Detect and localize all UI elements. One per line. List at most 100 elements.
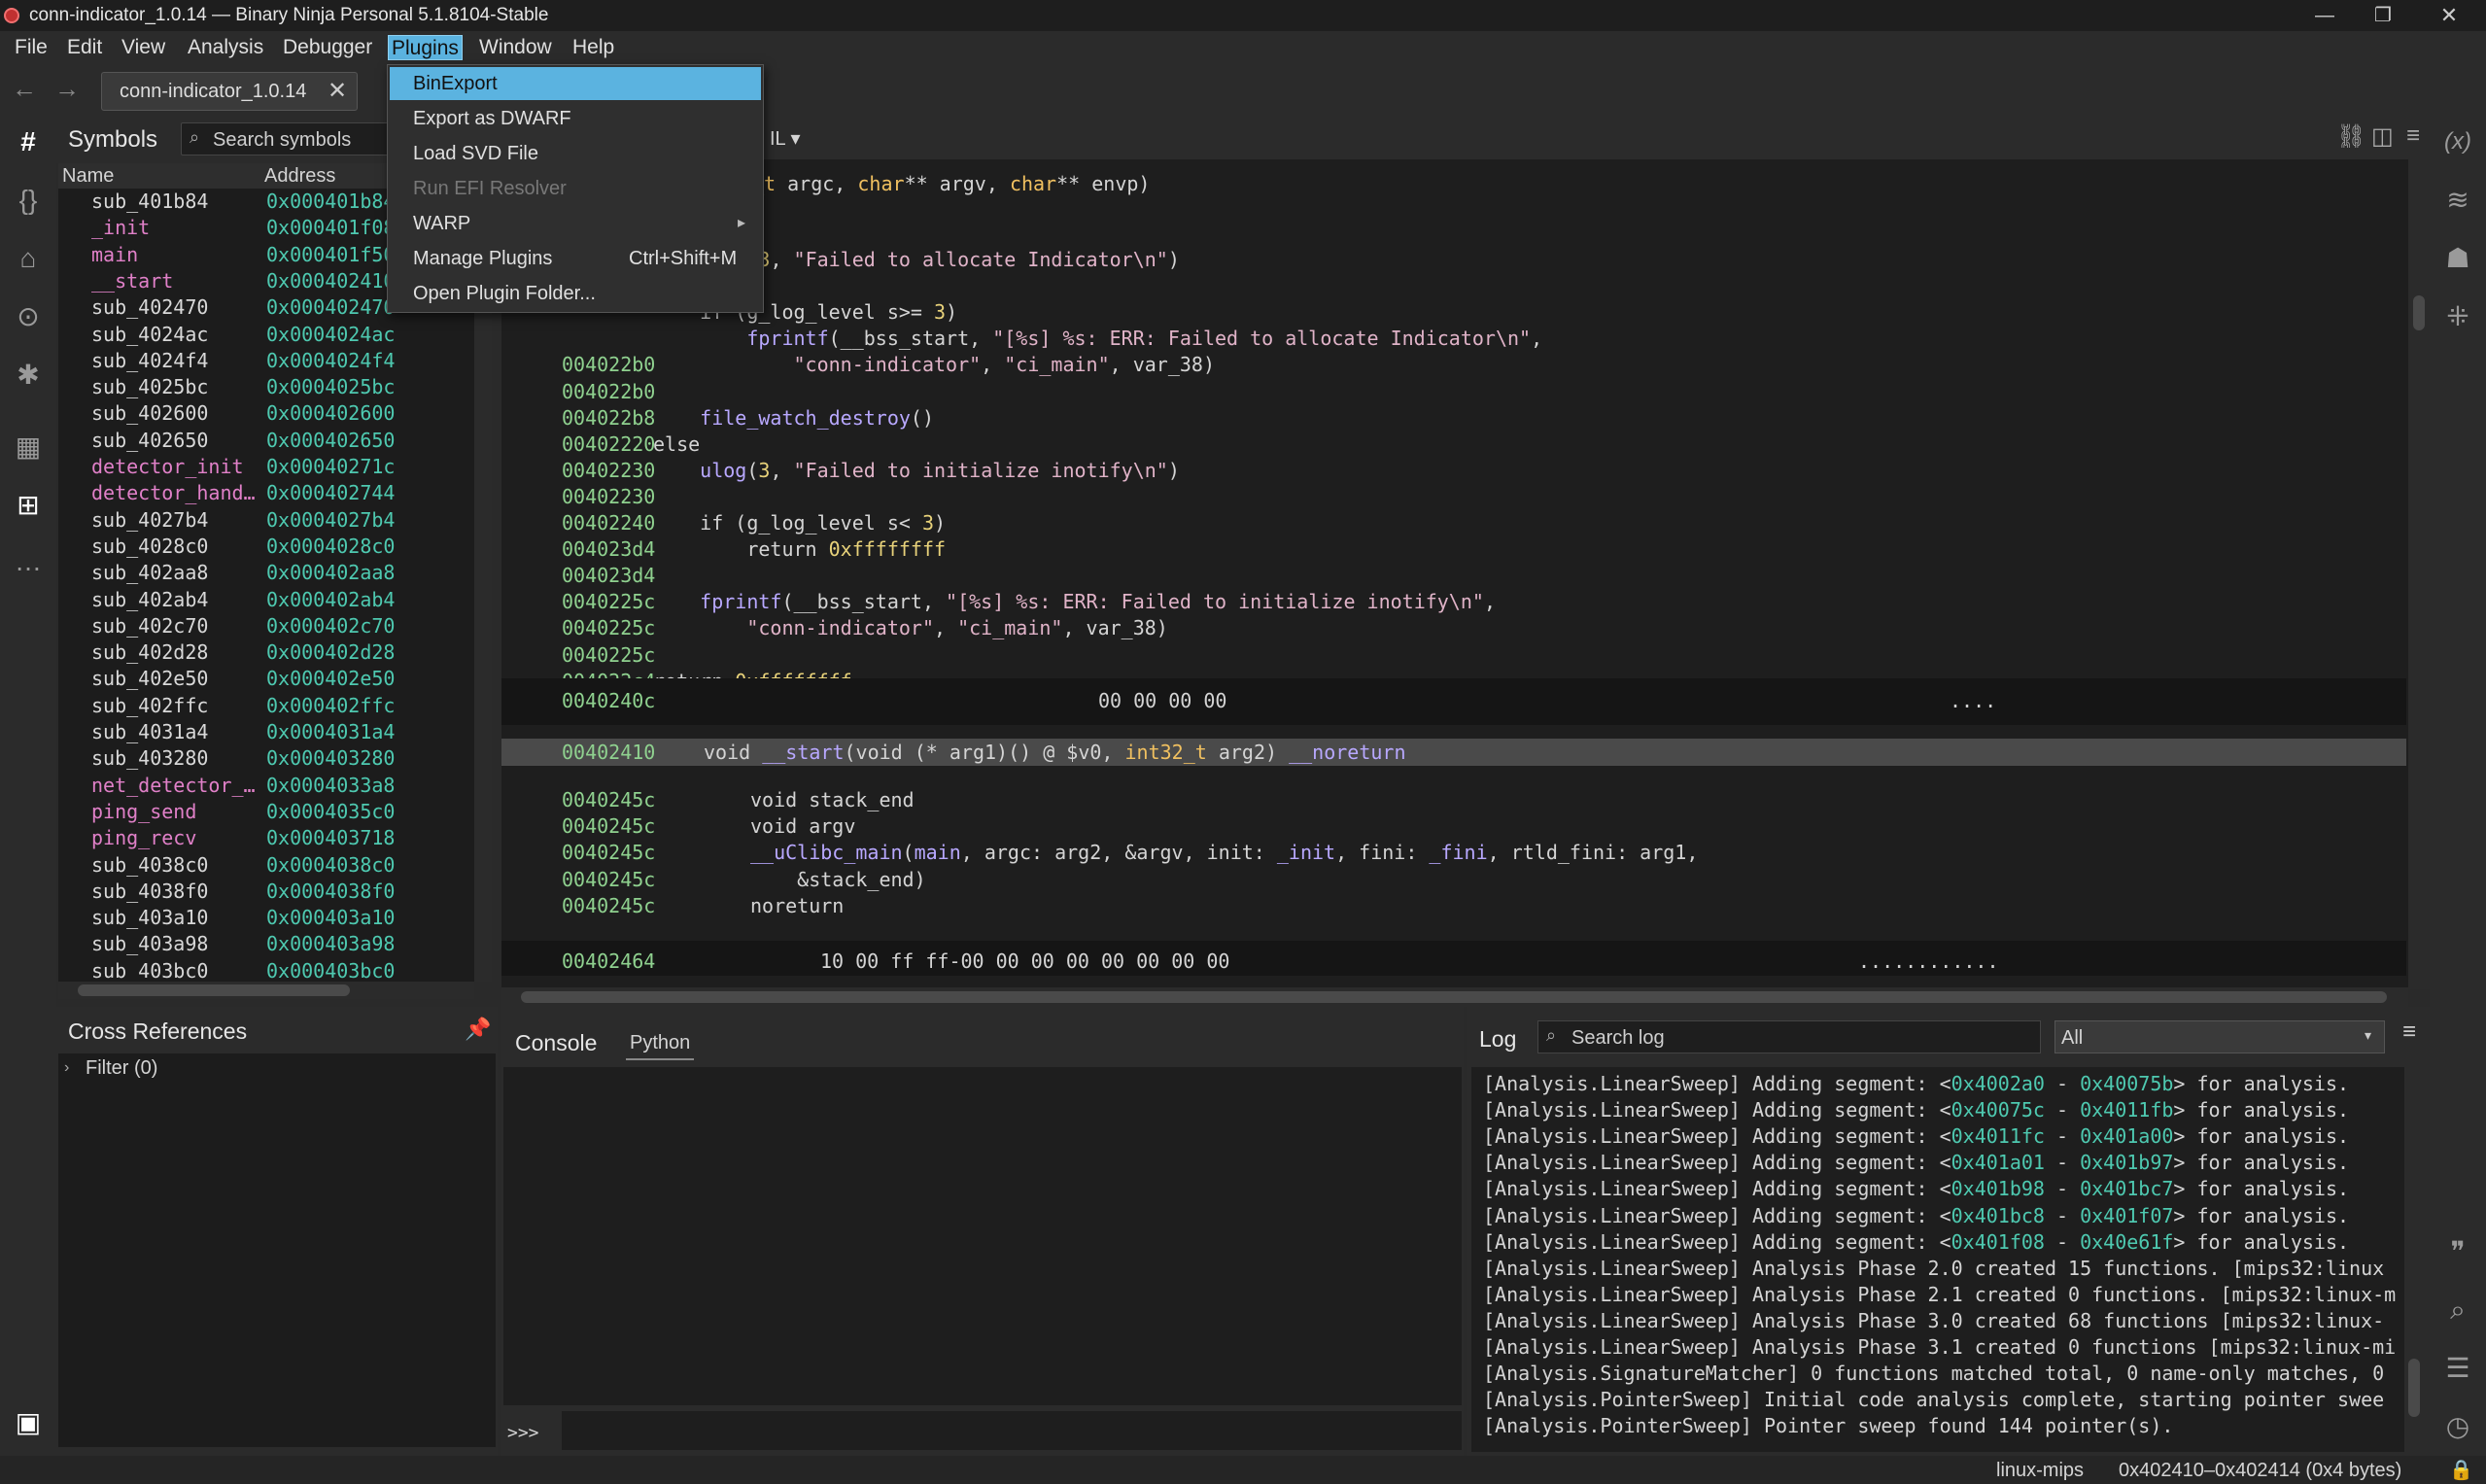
symbol-row[interactable]: ping_send 0x0004035c0 xyxy=(58,799,474,825)
symbols-icon[interactable]: # xyxy=(11,124,46,159)
func-signature[interactable]: void __start(void (* arg1)() @ $v0, int3… xyxy=(704,740,1406,765)
code-line-text[interactable]: void argv xyxy=(750,813,855,839)
console-input[interactable] xyxy=(562,1411,1462,1450)
xref-filter[interactable]: Filter (0) xyxy=(86,1057,157,1080)
variables-icon[interactable]: (x) xyxy=(2440,124,2475,159)
menu-item-load-svd[interactable]: Load SVD File xyxy=(390,137,761,170)
code-line-text[interactable]: __uClibc_main(main, argc: arg2, &argv, i… xyxy=(750,840,1698,865)
menu-file[interactable]: File xyxy=(12,35,51,60)
split-view-icon[interactable]: ◫ xyxy=(2371,122,2394,151)
symbol-row[interactable]: sub_4024ac 0x0004024ac xyxy=(58,322,474,348)
location-icon[interactable]: ⊙ xyxy=(11,299,46,334)
log-vscroll[interactable] xyxy=(2404,1067,2424,1452)
pin-icon[interactable]: 📌 xyxy=(465,1017,491,1042)
menu-plugins[interactable]: Plugins xyxy=(388,35,463,60)
more-icon[interactable]: … xyxy=(11,544,46,579)
restore-icon[interactable]: ❐ xyxy=(2364,0,2402,31)
code-vscroll[interactable] xyxy=(2408,159,2430,989)
symbol-row[interactable]: sub_403a98 0x000403a98 xyxy=(58,931,474,957)
search-icon[interactable]: ⌕ xyxy=(2440,1293,2475,1328)
link-icon[interactable]: ⛓ xyxy=(2336,122,2365,151)
col-address[interactable]: Address xyxy=(264,165,335,188)
col-name[interactable]: Name xyxy=(62,165,114,188)
hamburger-menu-icon[interactable]: ≡ xyxy=(2406,122,2420,150)
code-view[interactable]: IL ▾ ⛓ ◫ ≡ _t argc, char** argv, char** … xyxy=(501,117,2430,1007)
quote-icon[interactable]: ❞ xyxy=(2440,1234,2475,1269)
history-icon[interactable]: ◷ xyxy=(2440,1409,2475,1444)
code-line-text[interactable]: noreturn xyxy=(750,893,844,918)
code-line-text[interactable]: &stack_end) xyxy=(750,867,925,892)
menu-item-manage-plugins[interactable]: Manage Plugins Ctrl+Shift+M xyxy=(390,242,761,275)
back-icon[interactable]: ← xyxy=(12,74,37,104)
menu-edit[interactable]: Edit xyxy=(64,35,105,60)
symbol-row[interactable]: sub_402e50 0x000402e50 xyxy=(58,666,474,692)
forward-icon[interactable]: → xyxy=(54,74,80,104)
menu-item-binexport[interactable]: BinExport xyxy=(390,67,761,100)
symbol-row[interactable]: sub_4031a4 0x0004031a4 xyxy=(58,719,474,745)
symbol-row[interactable]: sub_402ffc 0x000402ffc xyxy=(58,693,474,719)
symbol-row[interactable]: sub_4025bc 0x0004025bc xyxy=(58,374,474,400)
close-icon[interactable]: ✕ xyxy=(2430,0,2469,31)
code-line-text[interactable]: if (g_log_level s< 3) xyxy=(653,510,946,535)
symbol-row[interactable]: sub_402c70 0x000402c70 xyxy=(58,613,474,639)
menu-view[interactable]: View xyxy=(119,35,168,60)
log-search[interactable]: ⌕ Search log xyxy=(1537,1020,2041,1053)
menu-item-open-plugin-folder[interactable]: Open Plugin Folder... xyxy=(390,277,761,310)
code-line-text[interactable]: "conn-indicator", "ci_main", var_38) xyxy=(653,615,1168,640)
code-line-text[interactable]: file_watch_destroy() xyxy=(653,405,934,431)
symbol-row[interactable]: detector_init 0x00040271c xyxy=(58,454,474,480)
symbol-row[interactable]: sub_402d28 0x000402d28 xyxy=(58,639,474,666)
menu-help[interactable]: Help xyxy=(570,35,617,60)
symbol-row[interactable]: sub_403a10 0x000403a10 xyxy=(58,905,474,931)
layers-icon[interactable]: ≋ xyxy=(2440,183,2475,218)
menu-item-export-dwarf[interactable]: Export as DWARF xyxy=(390,102,761,135)
code-line-text[interactable]: ulog(3, "Failed to initialize inotify\n"… xyxy=(653,458,1180,483)
symbol-row[interactable]: sub_4038f0 0x0004038f0 xyxy=(58,879,474,905)
symbol-row[interactable]: sub_403280 0x000403280 xyxy=(58,745,474,772)
symbol-row[interactable]: sub_4028c0 0x0004028c0 xyxy=(58,534,474,560)
symbol-row[interactable]: sub_402aa8 0x000402aa8 xyxy=(58,560,474,586)
grid-icon[interactable]: ⁜ xyxy=(2440,299,2475,334)
log-menu-icon[interactable]: ≡ xyxy=(2402,1018,2416,1046)
status-arch[interactable]: linux-mips xyxy=(1996,1460,2084,1482)
symbol-row[interactable]: sub_4038c0 0x0004038c0 xyxy=(58,852,474,879)
symbol-row[interactable]: sub_402650 0x000402650 xyxy=(58,428,474,454)
code-hscroll[interactable] xyxy=(501,987,2408,1007)
list-icon[interactable]: ☰ xyxy=(2440,1351,2475,1386)
chevron-right-icon[interactable]: › xyxy=(64,1059,69,1077)
menu-window[interactable]: Window xyxy=(476,35,555,60)
symbol-row[interactable]: sub_403bc0 0x000403bc0 xyxy=(58,958,474,982)
code-line-text[interactable]: fprintf(__bss_start, "[%s] %s: ERR: Fail… xyxy=(653,326,1542,351)
symbol-row[interactable]: sub_4024f4 0x0004024f4 xyxy=(58,348,474,374)
log-level-select[interactable]: All ▾ xyxy=(2054,1020,2385,1053)
il-selector[interactable]: IL ▾ xyxy=(770,126,801,151)
tab-python[interactable]: Python xyxy=(626,1032,695,1060)
debugger-icon[interactable]: ✱ xyxy=(11,358,46,393)
code-line-text[interactable]: else xyxy=(653,431,700,457)
code-line-text[interactable]: void stack_end xyxy=(750,787,915,812)
symbol-row[interactable]: detector_hand… 0x000402744 xyxy=(58,480,474,506)
symbol-row[interactable]: sub_402600 0x000402600 xyxy=(58,400,474,427)
minimize-icon[interactable]: — xyxy=(2305,0,2344,31)
cross-references-icon[interactable]: ⊞ xyxy=(11,488,46,523)
menu-analysis[interactable]: Analysis xyxy=(185,35,266,60)
symbol-row[interactable]: sub_402ab4 0x000402ab4 xyxy=(58,587,474,613)
code-line-text[interactable]: "conn-indicator", "ci_main", var_38) xyxy=(653,352,1216,377)
symbol-row[interactable]: sub_4027b4 0x0004027b4 xyxy=(58,507,474,534)
file-tab[interactable]: conn-indicator_1.0.14 ✕ xyxy=(101,72,358,111)
types-icon[interactable]: {} xyxy=(11,183,46,218)
hierarchy-icon[interactable]: ▦ xyxy=(11,430,46,465)
log-search-input[interactable]: Search log xyxy=(1571,1027,1665,1050)
code-line-text[interactable]: return 0xffffffff xyxy=(653,536,946,562)
robot-icon[interactable]: ☗ xyxy=(2440,241,2475,276)
tags-icon[interactable]: ⌂ xyxy=(11,241,46,276)
symbols-hscroll[interactable] xyxy=(58,982,474,999)
lock-icon[interactable]: 🔒 xyxy=(2449,1458,2473,1482)
menu-debugger[interactable]: Debugger xyxy=(280,35,375,60)
menu-item-warp[interactable]: WARP ▸ xyxy=(390,207,761,240)
symbol-row[interactable]: ping_recv 0x000403718 xyxy=(58,825,474,851)
symbols-search-input[interactable]: Search symbols xyxy=(213,129,351,152)
tab-close-icon[interactable]: ✕ xyxy=(328,77,347,105)
symbol-row[interactable]: net_detector_… 0x0004033a8 xyxy=(58,773,474,799)
terminal-icon[interactable]: ▣ xyxy=(11,1405,46,1440)
